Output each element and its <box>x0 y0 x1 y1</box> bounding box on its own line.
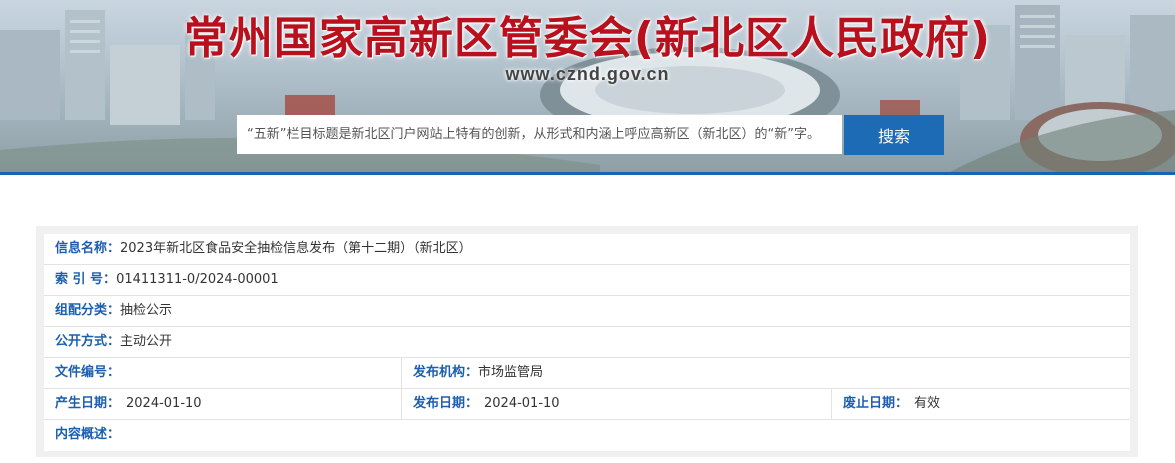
info-created-label: 产生日期： <box>55 396 121 411</box>
info-cell-published: 发布日期： 2024-01-10 <box>401 389 831 419</box>
info-expiry-value: 有效 <box>914 396 941 411</box>
info-cell-category: 组配分类：抽检公示 <box>44 296 1130 326</box>
info-name-value: 2023年新北区食品安全抽检信息发布（第十二期）（新北区） <box>120 241 472 256</box>
info-cell-disclosure: 公开方式：主动公开 <box>44 327 1130 357</box>
search-input[interactable] <box>237 115 842 154</box>
info-cell-name: 信息名称：2023年新北区食品安全抽检信息发布（第十二期）（新北区） <box>44 234 1130 264</box>
info-row-category: 组配分类：抽检公示 <box>44 296 1130 327</box>
info-index-value: 01411311-0/2024-00001 <box>116 272 279 287</box>
info-index-label: 索 引 号： <box>55 272 117 287</box>
info-published-value: 2024-01-10 <box>484 396 560 411</box>
site-domain: www.cznd.gov.cn <box>505 64 670 84</box>
info-row-docno-publisher: 文件编号： 发布机构：市场监管局 <box>44 358 1130 389</box>
info-disclosure-value: 主动公开 <box>120 334 173 349</box>
info-publisher-label: 发布机构： <box>413 365 479 380</box>
info-category-value: 抽检公示 <box>120 303 173 318</box>
info-cell-publisher: 发布机构：市场监管局 <box>401 358 1130 388</box>
info-row-name: 信息名称：2023年新北区食品安全抽检信息发布（第十二期）（新北区） <box>44 234 1130 265</box>
info-cell-summary: 内容概述： <box>44 420 1130 450</box>
info-published-label: 发布日期： <box>413 396 479 411</box>
info-table: 信息名称：2023年新北区食品安全抽检信息发布（第十二期）（新北区） 索 引 号… <box>36 226 1138 457</box>
search-button[interactable]: 搜索 <box>844 115 944 155</box>
site-title: 常州国家高新区管委会(新北区人民政府) <box>183 13 992 64</box>
info-cell-docno: 文件编号： <box>44 358 401 388</box>
info-name-label: 信息名称： <box>55 241 121 256</box>
info-row-dates: 产生日期： 2024-01-10 发布日期： 2024-01-10 废止日期： 有效 <box>44 389 1130 420</box>
info-row-disclosure: 公开方式：主动公开 <box>44 327 1130 358</box>
info-summary-label: 内容概述： <box>55 427 121 442</box>
info-expiry-label: 废止日期： <box>843 396 909 411</box>
info-row-summary: 内容概述： <box>44 420 1130 451</box>
info-disclosure-label: 公开方式： <box>55 334 121 349</box>
info-row-index: 索 引 号：01411311-0/2024-00001 <box>44 265 1130 296</box>
info-cell-expiry: 废止日期： 有效 <box>831 389 1130 419</box>
info-cell-index: 索 引 号：01411311-0/2024-00001 <box>44 265 1130 295</box>
site-banner: 常州国家高新区管委会(新北区人民政府) www.cznd.gov.cn 搜索 <box>0 0 1175 172</box>
info-publisher-value: 市场监管局 <box>478 365 544 380</box>
info-docno-label: 文件编号： <box>55 365 121 380</box>
info-created-value: 2024-01-10 <box>126 396 202 411</box>
header-divider <box>0 172 1175 175</box>
info-category-label: 组配分类： <box>55 303 121 318</box>
info-cell-created: 产生日期： 2024-01-10 <box>44 389 401 419</box>
